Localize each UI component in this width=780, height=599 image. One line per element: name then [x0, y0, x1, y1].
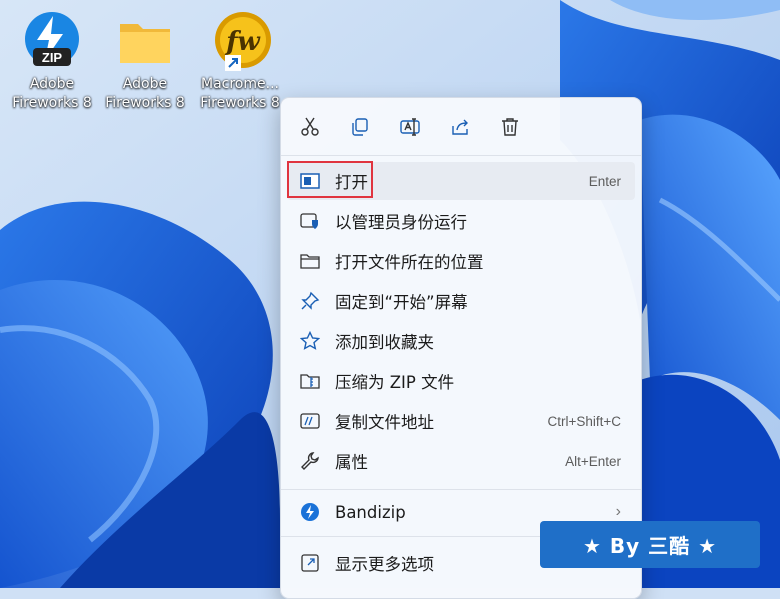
copy-icon [352, 118, 368, 136]
share-icon [452, 119, 468, 135]
menu-item-copy-path[interactable]: 复制文件地址 Ctrl+Shift+C [287, 402, 635, 440]
scissors-icon [301, 117, 319, 136]
open-window-icon [299, 170, 321, 192]
menu-item-run-as-admin[interactable]: 以管理员身份运行 [287, 202, 635, 240]
menu-item-add-to-favorites[interactable]: 添加到收藏夹 [287, 322, 635, 360]
menu-item-label: 打开文件所在的位置 [335, 253, 484, 272]
desktop-icon-label-line1: Adobe [122, 76, 168, 92]
more-options-icon [299, 552, 321, 574]
desktop-icon-label-line2: Fireworks 8 [200, 95, 280, 111]
menu-item-label: 打开 [335, 173, 368, 192]
fireworks-shortcut-icon: fw [211, 10, 271, 72]
menu-item-label: 压缩为 ZIP 文件 [335, 373, 455, 392]
menu-item-pin-to-start[interactable]: 固定到“开始”屏幕 [287, 282, 635, 320]
star-icon [299, 330, 321, 352]
wrench-icon [299, 450, 321, 472]
svg-text:fw: fw [224, 27, 261, 57]
watermark-badge: ★ By 三酷 ★ [540, 521, 760, 568]
copy-path-icon [299, 410, 321, 432]
menu-separator [281, 489, 641, 490]
desktop-icon-archive[interactable]: ZIP Adobe Fireworks 8 [6, 10, 98, 113]
rename-icon [400, 118, 420, 136]
zip-folder-icon [299, 370, 321, 392]
desktop-icon-label-line1: Macrome... [201, 76, 279, 92]
menu-item-label: 固定到“开始”屏幕 [335, 293, 468, 312]
folder-icon [299, 250, 321, 272]
delete-button[interactable] [493, 112, 527, 142]
zip-badge-text: ZIP [42, 50, 63, 65]
bandizip-archive-icon: ZIP [23, 10, 81, 72]
folder-icon [116, 10, 174, 72]
menu-item-label: 复制文件地址 [335, 413, 434, 432]
desktop-icon-label-line2: Fireworks 8 [105, 95, 185, 111]
menu-item-shortcut: Enter [588, 173, 621, 189]
menu-item-open-file-location[interactable]: 打开文件所在的位置 [287, 242, 635, 280]
menu-item-label: 添加到收藏夹 [335, 333, 434, 352]
share-button[interactable] [443, 112, 477, 142]
menu-item-shortcut: Ctrl+Shift+C [547, 413, 621, 429]
menu-item-compress-zip[interactable]: 压缩为 ZIP 文件 [287, 362, 635, 400]
admin-shield-icon [299, 210, 321, 232]
menu-item-label: Bandizip [335, 502, 406, 522]
desktop-icon-folder[interactable]: Adobe Fireworks 8 [99, 10, 191, 113]
menu-item-shortcut: Alt+Enter [565, 453, 621, 469]
cut-button[interactable] [293, 112, 327, 142]
trash-icon [502, 118, 518, 136]
chevron-right-icon: › [615, 503, 621, 520]
context-menu-toolbar [293, 112, 543, 146]
bandizip-icon [299, 501, 321, 523]
copy-button[interactable] [343, 112, 377, 142]
desktop-icon-label-line2: Fireworks 8 [12, 95, 92, 111]
rename-button[interactable] [393, 112, 427, 142]
menu-item-open[interactable]: 打开 Enter [287, 162, 635, 200]
desktop-icon-label-line1: Adobe [29, 76, 75, 92]
pin-icon [299, 290, 321, 312]
desktop-icon-fireworks-shortcut[interactable]: fw Macrome... Fireworks 8 [194, 10, 286, 113]
menu-item-label: 以管理员身份运行 [335, 213, 467, 232]
menu-item-label: 属性 [335, 453, 368, 472]
menu-separator [281, 155, 641, 156]
menu-item-properties[interactable]: 属性 Alt+Enter [287, 442, 635, 480]
menu-item-label: 显示更多选项 [335, 555, 434, 574]
